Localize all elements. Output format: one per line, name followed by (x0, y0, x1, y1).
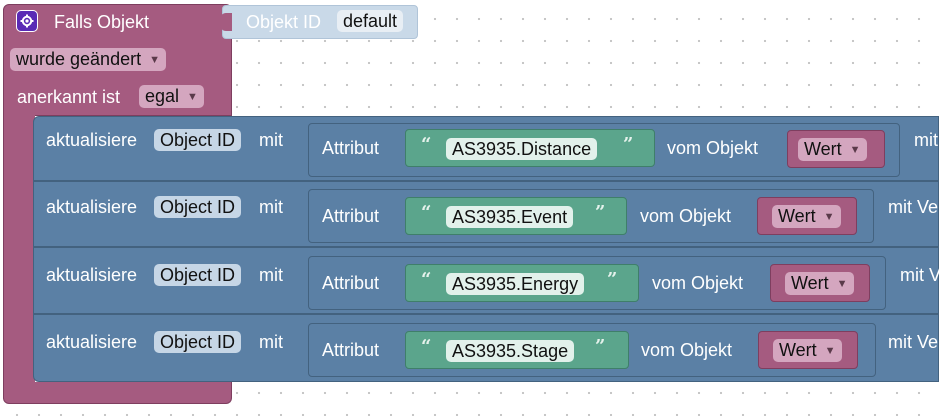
chevron-down-icon: ▼ (823, 211, 835, 223)
value-dropdown-value: Wert (791, 273, 829, 293)
chevron-down-icon: ▼ (824, 345, 836, 357)
trailing-label: mit Ve (888, 197, 939, 217)
chevron-down-icon: ▼ (836, 278, 848, 290)
with-label: mit (259, 130, 283, 150)
close-quote-icon: ” (607, 269, 618, 290)
object-id-label: Objekt ID (246, 12, 322, 32)
trigger-block-spine (3, 110, 35, 385)
close-quote-icon: ” (623, 134, 634, 155)
object-id-field[interactable]: Object ID (154, 331, 242, 353)
close-quote-icon: ” (595, 336, 606, 357)
value-dropdown[interactable]: Wert ▼ (772, 205, 841, 228)
changed-dropdown-value: wurde geändert (16, 49, 142, 69)
attribute-label: Attribut (322, 273, 380, 293)
changed-dropdown[interactable]: wurde geändert ▼ (10, 48, 166, 71)
ack-dropdown[interactable]: egal ▼ (139, 85, 204, 108)
from-object-label: vom Objekt (641, 340, 733, 360)
from-object-label: vom Objekt (667, 138, 759, 158)
attribute-label: Attribut (322, 138, 380, 158)
chevron-down-icon: ▼ (149, 54, 160, 66)
value-dropdown[interactable]: Wert ▼ (785, 272, 854, 295)
chevron-down-icon: ▼ (187, 91, 198, 103)
value-dropdown-value: Wert (778, 206, 816, 226)
attribute-text-field[interactable]: AS3935.Stage (446, 340, 575, 362)
open-quote-icon: “ (421, 202, 432, 223)
attribute-text-field[interactable]: AS3935.Energy (446, 273, 585, 295)
object-id-field[interactable]: Object ID (154, 129, 242, 151)
update-label: aktualisiere (46, 130, 138, 150)
object-id-value-field[interactable]: default (337, 10, 404, 32)
value-dropdown-value: Wert (779, 340, 817, 360)
update-label: aktualisiere (46, 197, 138, 217)
chevron-down-icon: ▼ (849, 144, 861, 156)
attribute-text-field[interactable]: AS3935.Distance (446, 138, 598, 160)
trigger-block-bottom (3, 382, 232, 404)
trailing-label: mit V (900, 265, 939, 285)
attribute-label: Attribut (322, 340, 380, 360)
value-dropdown-value: Wert (804, 139, 842, 159)
value-dropdown[interactable]: Wert ▼ (773, 339, 842, 362)
trigger-title: Falls Objekt (54, 12, 150, 32)
with-label: mit (259, 197, 283, 217)
value-dropdown[interactable]: Wert ▼ (798, 138, 867, 161)
open-quote-icon: “ (421, 134, 432, 155)
close-quote-icon: ” (595, 202, 606, 223)
from-object-label: vom Objekt (652, 273, 744, 293)
update-label: aktualisiere (46, 332, 138, 352)
object-id-connector (220, 13, 232, 31)
open-quote-icon: “ (421, 336, 432, 357)
open-quote-icon: “ (421, 269, 432, 290)
attribute-label: Attribut (322, 206, 380, 226)
trailing-label: mit Ve (888, 332, 939, 352)
update-label: aktualisiere (46, 265, 138, 285)
ack-dropdown-value: egal (145, 86, 180, 106)
from-object-label: vom Objekt (640, 206, 732, 226)
gear-icon[interactable] (16, 10, 38, 32)
ack-label: anerkannt ist (17, 87, 121, 107)
with-label: mit (259, 265, 283, 285)
object-id-field[interactable]: Object ID (154, 196, 242, 218)
attribute-text-field[interactable]: AS3935.Event (446, 206, 574, 228)
trailing-label: mit (914, 130, 938, 150)
object-id-field[interactable]: Object ID (154, 264, 242, 286)
with-label: mit (259, 332, 283, 352)
